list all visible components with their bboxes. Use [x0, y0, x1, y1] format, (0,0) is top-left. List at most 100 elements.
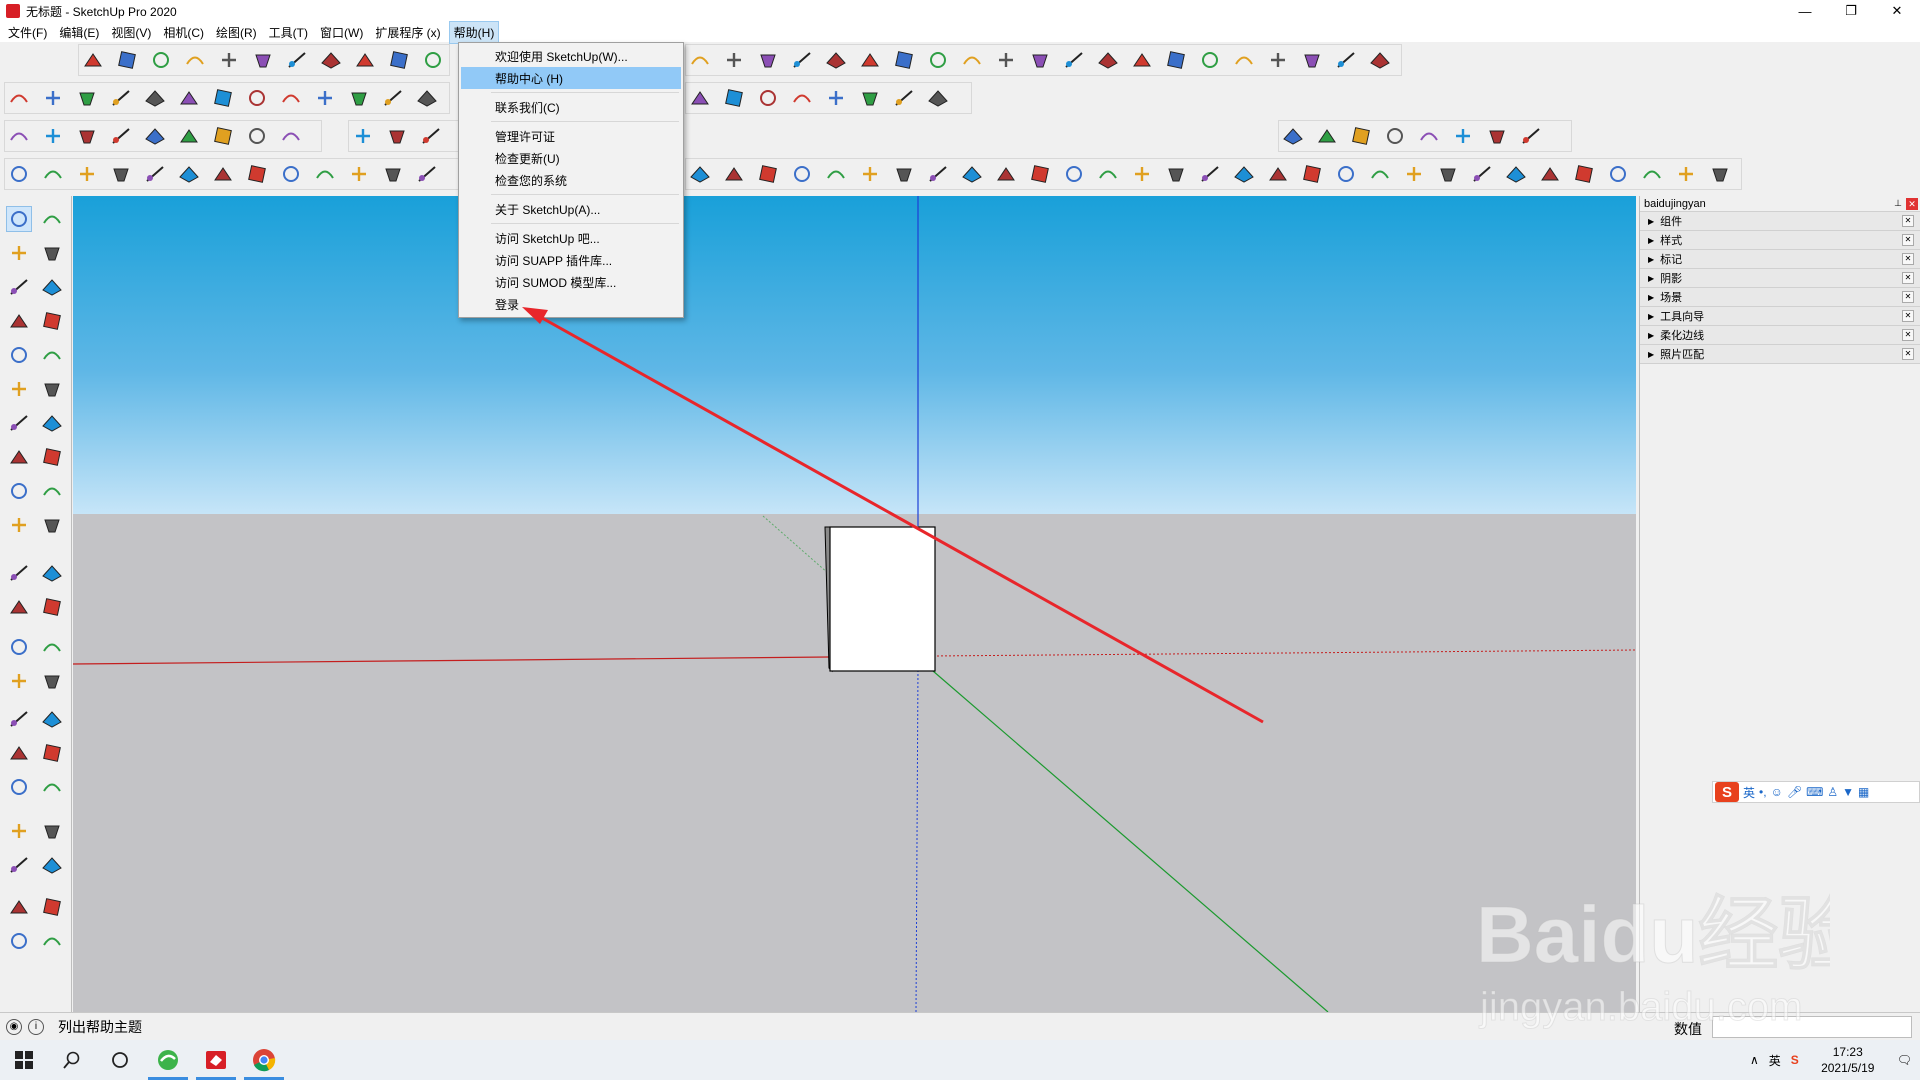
- tray-panel-4[interactable]: ▶ 场景 ✕: [1640, 288, 1920, 307]
- polygon-tool-icon[interactable]: [284, 47, 310, 73]
- help-menu-item-1[interactable]: 帮助中心 (H): [461, 67, 681, 89]
- solid-tools-icon[interactable]: [1605, 161, 1631, 187]
- sandbox-icon[interactable]: [40, 161, 66, 187]
- scale-tool-icon[interactable]: [420, 47, 446, 73]
- axes-tool-icon[interactable]: [39, 240, 65, 266]
- help-menu-item-8[interactable]: 访问 SUAPP 插件库...: [461, 249, 681, 271]
- tray-panel-5[interactable]: ▶ 工具向导 ✕: [1640, 307, 1920, 326]
- chrome-taskbar-app[interactable]: [240, 1040, 288, 1080]
- arc-tool-icon[interactable]: [6, 410, 32, 436]
- section-plane-icon[interactable]: [39, 740, 65, 766]
- layer-icon[interactable]: [39, 818, 65, 844]
- zoom-extents-icon[interactable]: [142, 123, 168, 149]
- panel-close-icon[interactable]: ✕: [1902, 272, 1914, 284]
- polygon-tool-icon[interactable]: [39, 410, 65, 436]
- expand-arrow-icon[interactable]: ▶: [1648, 255, 1654, 264]
- rotate-tool-icon[interactable]: [386, 47, 412, 73]
- layer-icon[interactable]: [1503, 161, 1529, 187]
- menu-help[interactable]: 帮助(H): [448, 20, 500, 44]
- measurements-input[interactable]: [1712, 1016, 1912, 1038]
- line-tool-icon[interactable]: [176, 161, 202, 187]
- paint-bucket-icon[interactable]: [1095, 47, 1121, 73]
- move-tool-icon[interactable]: [352, 47, 378, 73]
- grid-menu-icon[interactable]: ▦: [1858, 785, 1869, 799]
- axes-tool-icon[interactable]: [925, 85, 951, 111]
- sandbox-icon[interactable]: [142, 85, 168, 111]
- eraser-tool-icon[interactable]: [142, 161, 168, 187]
- panel-close-icon[interactable]: ✕: [1902, 329, 1914, 341]
- 3d-warehouse-icon[interactable]: [1197, 47, 1223, 73]
- solid-tools-icon[interactable]: [74, 161, 100, 187]
- expand-arrow-icon[interactable]: ▶: [1648, 236, 1654, 245]
- sandbox-icon[interactable]: [1571, 161, 1597, 187]
- text-tool-icon[interactable]: [6, 123, 32, 149]
- menu-tools[interactable]: 工具(T): [265, 22, 312, 43]
- style-icon[interactable]: [40, 85, 66, 111]
- follow-me-icon[interactable]: [39, 512, 65, 538]
- push-pull-tool-icon[interactable]: [6, 668, 32, 694]
- zoom-tool-icon[interactable]: [925, 47, 951, 73]
- protractor-icon[interactable]: [755, 47, 781, 73]
- shadow-icon[interactable]: [108, 85, 134, 111]
- axes-tool-icon[interactable]: [823, 161, 849, 187]
- menu-camera[interactable]: 相机(C): [159, 22, 208, 43]
- view-front-icon[interactable]: [1367, 161, 1393, 187]
- move-tool-icon[interactable]: [39, 894, 65, 920]
- zoom-extents-icon[interactable]: [993, 161, 1019, 187]
- tray-panel-2[interactable]: ▶ 标记 ✕: [1640, 250, 1920, 269]
- look-around-icon[interactable]: [1027, 47, 1053, 73]
- sketchup-taskbar-app[interactable]: [192, 1040, 240, 1080]
- extension-warehouse-icon[interactable]: [1231, 47, 1257, 73]
- zoom-tool-icon[interactable]: [108, 123, 134, 149]
- view-front-icon[interactable]: [1333, 47, 1359, 73]
- view-top-icon[interactable]: [6, 342, 32, 368]
- help-menu-item-0[interactable]: 欢迎使用 SketchUp(W)...: [461, 45, 681, 67]
- tape-measure-icon[interactable]: [39, 444, 65, 470]
- walk-tool-icon[interactable]: [1027, 161, 1053, 187]
- select-tool-icon[interactable]: [108, 161, 134, 187]
- panel-close-icon[interactable]: ✕: [1902, 348, 1914, 360]
- panel-close-icon[interactable]: ✕: [1902, 310, 1914, 322]
- tape-measure-icon[interactable]: [857, 85, 883, 111]
- freehand-tool-icon[interactable]: [1163, 47, 1189, 73]
- section-plane-icon[interactable]: [1061, 47, 1087, 73]
- microphone-icon[interactable]: 🎤︎: [1787, 785, 1802, 799]
- solid-tools-icon[interactable]: [6, 852, 32, 878]
- shadow-icon[interactable]: [6, 376, 32, 402]
- section-plane-icon[interactable]: [1095, 161, 1121, 187]
- select-tool-icon[interactable]: [80, 47, 106, 73]
- sandbox-icon[interactable]: [39, 594, 65, 620]
- line-tool-icon[interactable]: [148, 47, 174, 73]
- browser-360-taskbar-app[interactable]: [144, 1040, 192, 1080]
- line-tool-icon[interactable]: [39, 852, 65, 878]
- circle-tool-icon[interactable]: [6, 894, 32, 920]
- protractor-icon[interactable]: [789, 161, 815, 187]
- menu-window[interactable]: 窗口(W): [316, 22, 367, 43]
- select-tool-icon[interactable]: [39, 376, 65, 402]
- section-plane-icon[interactable]: [244, 123, 270, 149]
- move-tool-icon[interactable]: [39, 206, 65, 232]
- tape-measure-icon[interactable]: [755, 161, 781, 187]
- orbit-tool-icon[interactable]: [39, 706, 65, 732]
- chevron-up-icon[interactable]: ∧: [1750, 1053, 1759, 1067]
- rectangle-tool-icon[interactable]: [244, 161, 270, 187]
- house-icon[interactable]: [1450, 123, 1476, 149]
- expand-arrow-icon[interactable]: ▶: [1648, 274, 1654, 283]
- eraser-tool-icon[interactable]: [244, 85, 270, 111]
- paint-bucket-icon[interactable]: [278, 123, 304, 149]
- view-iso-icon[interactable]: [1314, 123, 1340, 149]
- clock[interactable]: 17:23 2021/5/19: [1809, 1044, 1887, 1076]
- house-icon[interactable]: [39, 342, 65, 368]
- orbit-tool-icon[interactable]: [40, 123, 66, 149]
- scale-tool-icon[interactable]: [687, 161, 713, 187]
- panel-close-icon[interactable]: ✕: [1902, 215, 1914, 227]
- house-icon[interactable]: [6, 85, 32, 111]
- tray-panel-1[interactable]: ▶ 样式 ✕: [1640, 231, 1920, 250]
- orbit-tool-icon[interactable]: [857, 47, 883, 73]
- expand-arrow-icon[interactable]: ▶: [1648, 293, 1654, 302]
- menu-draw[interactable]: 绘图(R): [212, 22, 261, 43]
- shadow-icon[interactable]: [6, 161, 32, 187]
- sogou-tray-icon[interactable]: S: [1791, 1053, 1799, 1067]
- view-iso-icon[interactable]: [1265, 47, 1291, 73]
- view-iso-icon[interactable]: [1299, 161, 1325, 187]
